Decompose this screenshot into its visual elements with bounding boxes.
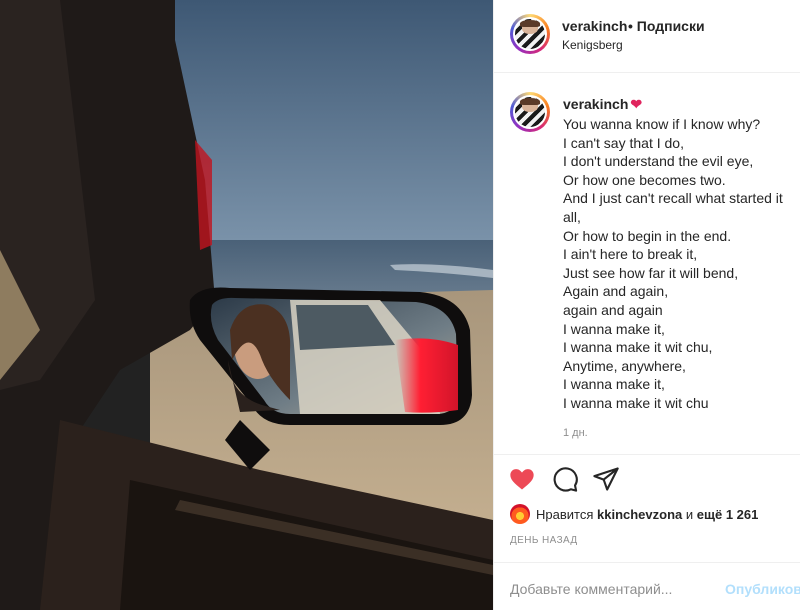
post-header: verakinch • Подписки Kenigsberg <box>494 0 800 73</box>
caption-line: You wanna know if I know why? <box>563 116 761 132</box>
caption-line: I don't understand the evil eye, <box>563 153 754 170</box>
comment-input[interactable]: Добавьте комментарий... <box>510 581 672 597</box>
post-date[interactable]: ДЕНЬ НАЗАД <box>510 535 578 546</box>
caption-line: Or how one becomes two. <box>563 171 726 188</box>
caption-text: You wanna know if I know why? I can't sa… <box>563 115 795 413</box>
caption-line: I wanna make it wit chu <box>563 394 709 411</box>
publish-button[interactable]: Опубликовать <box>725 581 800 597</box>
caption-line: I ain't here to break it, <box>563 246 698 263</box>
caption-time-ago[interactable]: 1 дн. <box>563 427 588 439</box>
caption-line: I wanna make it, <box>563 376 665 393</box>
red-heart-emoji: ❤ <box>630 96 643 112</box>
caption-author-username: verakinch ❤ <box>563 96 642 113</box>
caption-line: Just see how far it will bend, <box>563 264 739 281</box>
caption-username-link[interactable]: verakinch <box>563 96 628 112</box>
caption-line: I wanna make it, <box>563 320 665 337</box>
likes-others-count[interactable]: ещё 1 261 <box>697 507 759 522</box>
comment-icon[interactable] <box>551 465 579 493</box>
share-icon[interactable] <box>592 465 620 493</box>
likes-and: и <box>685 507 694 522</box>
post-side-panel: verakinch • Подписки Kenigsberg verakinc… <box>493 0 800 610</box>
author-avatar[interactable] <box>510 14 550 54</box>
caption-line: Anytime, anywhere, <box>563 357 686 374</box>
caption-line: Again and again, <box>563 283 669 300</box>
author-username[interactable]: verakinch <box>562 18 627 34</box>
liker-avatar[interactable] <box>510 504 530 524</box>
car-mirror-photo <box>0 0 493 610</box>
caption-line: I wanna make it wit chu, <box>563 339 713 356</box>
post-location[interactable]: Kenigsberg <box>562 38 623 52</box>
caption-line: Or how to begin in the end. <box>563 227 732 244</box>
caption-author-avatar[interactable] <box>510 92 550 132</box>
instagram-post-view: verakinch • Подписки Kenigsberg verakinc… <box>0 0 800 610</box>
liker-username[interactable]: kkinchevzona <box>597 507 682 522</box>
post-photo[interactable] <box>0 0 493 610</box>
likes-prefix: Нравится <box>536 507 594 522</box>
comment-box: Добавьте комментарий... Опубликовать <box>494 562 800 611</box>
heart-filled-icon[interactable] <box>508 465 536 493</box>
caption-line: And I just can't recall what started it … <box>563 190 783 225</box>
post-actions-bar <box>494 454 800 507</box>
likes-text: Нравится kkinchevzona и ещё 1 261 <box>536 507 758 522</box>
caption-line: I can't say that I do, <box>563 134 684 151</box>
following-status[interactable]: • Подписки <box>628 18 705 34</box>
caption-line: again and again <box>563 301 663 318</box>
